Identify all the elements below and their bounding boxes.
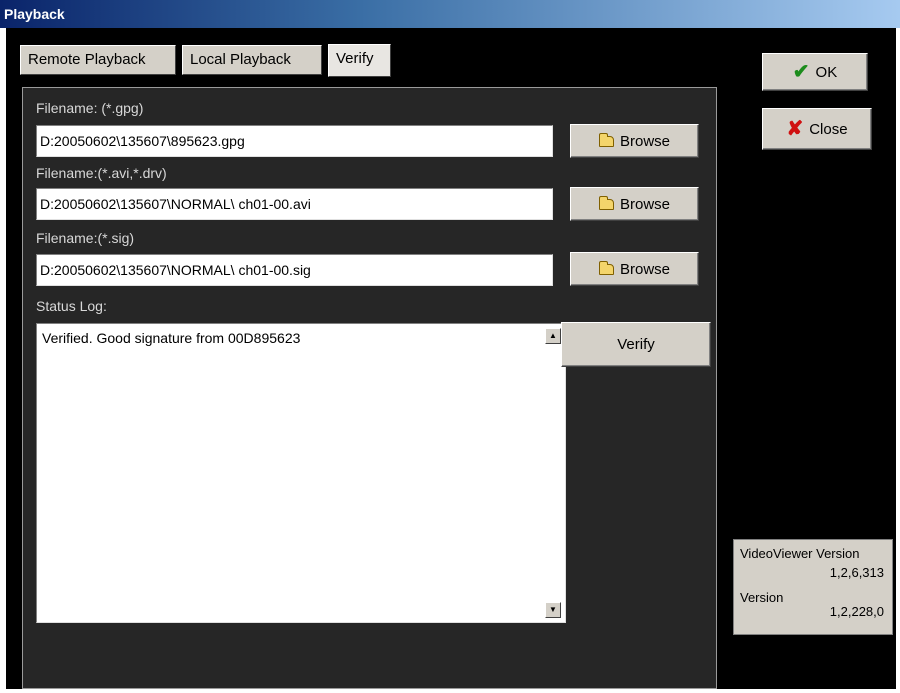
avi-filename-input[interactable] (36, 188, 553, 220)
sig-filename-label: Filename:(*.sig) (36, 230, 135, 246)
close-label: Close (809, 120, 848, 138)
gpg-filename-label: Filename: (*.gpg) (36, 100, 144, 116)
ok-button[interactable]: ✔ OK (762, 53, 868, 91)
tab-local-playback[interactable]: Local Playback (182, 45, 322, 75)
status-log-label: Status Log: (36, 298, 107, 314)
viewer-version-title: VideoViewer Version (740, 546, 860, 561)
sig-filename-input[interactable] (36, 254, 553, 286)
close-button[interactable]: ✘ Close (762, 108, 872, 150)
dialog-client: Remote Playback Local Playback Verify Fi… (6, 28, 896, 689)
verify-button[interactable]: Verify (561, 322, 711, 367)
ok-label: OK (815, 63, 838, 81)
version-label: Version (740, 590, 784, 605)
window-title: Playback (0, 0, 900, 28)
gpg-filename-input[interactable] (36, 125, 553, 157)
scroll-up-icon[interactable]: ▲ (545, 328, 561, 344)
browse-label: Browse (619, 260, 671, 278)
folder-icon (598, 195, 614, 210)
browse-sig-button[interactable]: Browse (570, 252, 699, 286)
browse-avi-button[interactable]: Browse (570, 187, 699, 221)
folder-icon (598, 260, 614, 275)
scroll-down-icon[interactable]: ▼ (545, 602, 561, 618)
status-log-text: Verified. Good signature from 00D895623 (42, 330, 301, 346)
check-icon: ✔ (792, 61, 810, 83)
browse-gpg-button[interactable]: Browse (570, 124, 699, 158)
browse-label: Browse (619, 132, 671, 150)
tab-verify[interactable]: Verify (328, 44, 391, 77)
browse-label: Browse (619, 195, 671, 213)
tab-remote-playback[interactable]: Remote Playback (20, 45, 176, 75)
avi-filename-label: Filename:(*.avi,*.drv) (36, 165, 167, 181)
viewer-version-value: 1,2,6,313 (829, 565, 884, 580)
version-info-box: VideoViewer Version 1,2,6,313 Version 1,… (733, 539, 893, 635)
version-value: 1,2,228,0 (829, 604, 884, 619)
playback-window: Playback Remote Playback Local Playback … (0, 0, 900, 693)
folder-icon (598, 132, 614, 147)
x-icon: ✘ (786, 118, 804, 140)
status-log-textarea[interactable]: Verified. Good signature from 00D895623 … (36, 323, 566, 623)
verify-panel: Filename: (*.gpg) Browse Filename:(*.avi… (22, 87, 717, 689)
